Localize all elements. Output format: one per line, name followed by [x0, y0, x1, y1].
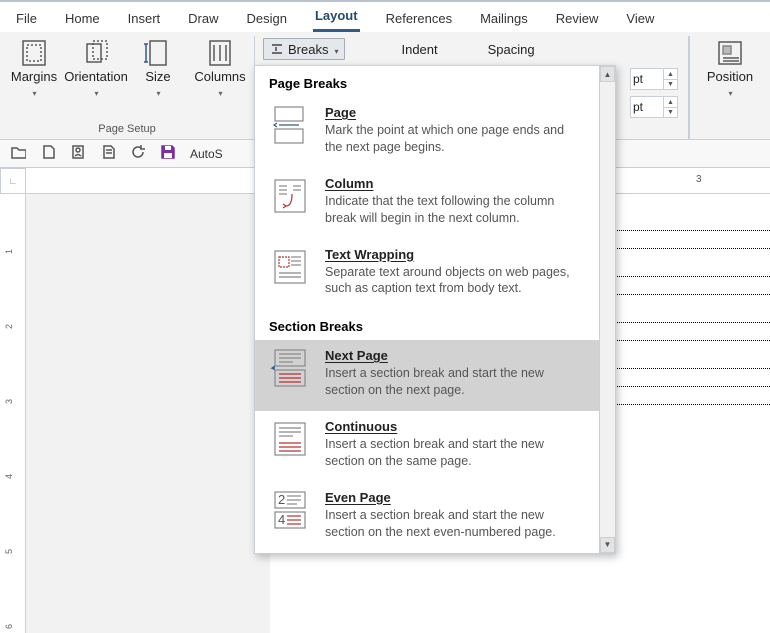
undo-icon[interactable] — [130, 144, 146, 163]
page-break-icon — [269, 105, 311, 145]
option-desc: Insert a section break and start the new… — [325, 436, 583, 470]
vertical-ruler[interactable]: 1 2 3 4 5 6 — [0, 194, 26, 633]
tab-view[interactable]: View — [624, 11, 656, 32]
option-title: Page — [325, 105, 583, 120]
orientation-button[interactable]: Orientation — [68, 38, 124, 100]
tab-review[interactable]: Review — [554, 11, 601, 32]
paragraph-headings: Indent Spacing — [401, 42, 534, 57]
option-desc: Insert a section break and start the new… — [325, 507, 583, 541]
ruler-mark: 5 — [4, 549, 14, 554]
break-option-next-page[interactable]: Next Page Insert a section break and sta… — [255, 340, 615, 411]
ruler-mark: 3 — [4, 399, 14, 404]
group-caption-page-setup: Page Setup — [98, 123, 156, 135]
scroll-track[interactable] — [600, 82, 615, 537]
text-wrapping-break-icon — [269, 247, 311, 287]
stepper-spinner[interactable]: ▲▼ — [663, 97, 677, 117]
group-arrange: Position — [689, 36, 770, 139]
columns-button[interactable]: Columns — [192, 38, 248, 100]
ruler-mark: 1 — [4, 249, 14, 254]
spacing-label: Spacing — [488, 42, 535, 57]
page-icon[interactable] — [100, 144, 116, 163]
tab-references[interactable]: References — [384, 11, 454, 32]
option-desc: Separate text around objects on web page… — [325, 264, 583, 298]
ruler-mark: 6 — [4, 624, 14, 629]
break-option-column[interactable]: Column Indicate that the text following … — [255, 168, 615, 239]
option-title: Text Wrapping — [325, 247, 583, 262]
option-desc: Insert a section break and start the new… — [325, 365, 583, 399]
option-title: Continuous — [325, 419, 583, 434]
breaks-button[interactable]: Breaks — [263, 38, 345, 60]
tab-layout[interactable]: Layout — [313, 8, 360, 32]
scroll-down-icon[interactable]: ▼ — [600, 537, 615, 553]
svg-text:4: 4 — [278, 512, 285, 527]
columns-icon — [205, 38, 235, 68]
tab-mailings[interactable]: Mailings — [478, 11, 530, 32]
open-icon[interactable] — [10, 144, 26, 163]
contacts-icon[interactable] — [70, 144, 86, 163]
autosave-label: AutoS — [190, 147, 223, 161]
ruler-mark: 4 — [4, 474, 14, 479]
tab-file[interactable]: File — [14, 11, 39, 32]
spacing-steppers: pt ▲▼ pt ▲▼ — [630, 68, 678, 118]
margins-icon — [19, 38, 49, 68]
even-page-break-icon: 24 — [269, 490, 311, 530]
spacing-before-stepper[interactable]: pt ▲▼ — [630, 68, 678, 90]
break-option-even-page[interactable]: 24 Even Page Insert a section break and … — [255, 482, 615, 553]
orientation-icon — [81, 38, 111, 68]
svg-text:2: 2 — [278, 492, 285, 507]
break-option-continuous[interactable]: Continuous Insert a section break and st… — [255, 411, 615, 482]
ruler-corner: ∟ — [0, 168, 26, 194]
option-title: Even Page — [325, 490, 583, 505]
position-button[interactable]: Position — [702, 38, 758, 100]
breaks-menu-popup: Page Breaks Page Mark the point at which… — [254, 65, 616, 554]
option-title: Next Page — [325, 348, 583, 363]
group-page-setup: Margins Orientation Size Columns Page Se… — [0, 36, 255, 139]
option-title: Column — [325, 176, 583, 191]
size-button[interactable]: Size — [130, 38, 186, 100]
page-breaks-header: Page Breaks — [255, 66, 615, 97]
tab-insert[interactable]: Insert — [126, 11, 163, 32]
break-option-text-wrapping[interactable]: Text Wrapping Separate text around objec… — [255, 239, 615, 310]
indent-label: Indent — [401, 42, 437, 57]
menu-tabs: File Home Insert Draw Design Layout Refe… — [0, 2, 770, 32]
size-icon — [143, 38, 173, 68]
scroll-up-icon[interactable]: ▲ — [600, 66, 615, 82]
continuous-break-icon — [269, 419, 311, 459]
option-desc: Indicate that the text following the col… — [325, 193, 583, 227]
breaks-icon — [270, 42, 284, 56]
margins-button[interactable]: Margins — [6, 38, 62, 100]
ruler-mark: 2 — [4, 324, 14, 329]
save-icon[interactable] — [160, 144, 176, 163]
ruler-mark: 3 — [696, 174, 702, 185]
stepper-spinner[interactable]: ▲▼ — [663, 69, 677, 89]
break-option-page[interactable]: Page Mark the point at which one page en… — [255, 97, 615, 168]
tab-draw[interactable]: Draw — [186, 11, 220, 32]
spacing-after-stepper[interactable]: pt ▲▼ — [630, 96, 678, 118]
tab-design[interactable]: Design — [245, 11, 289, 32]
position-icon — [715, 38, 745, 68]
column-break-icon — [269, 176, 311, 216]
popup-scrollbar[interactable]: ▲ ▼ — [599, 66, 615, 553]
tab-home[interactable]: Home — [63, 11, 102, 32]
section-breaks-header: Section Breaks — [255, 309, 615, 340]
new-doc-icon[interactable] — [40, 144, 56, 163]
option-desc: Mark the point at which one page ends an… — [325, 122, 583, 156]
next-page-break-icon — [269, 348, 311, 388]
